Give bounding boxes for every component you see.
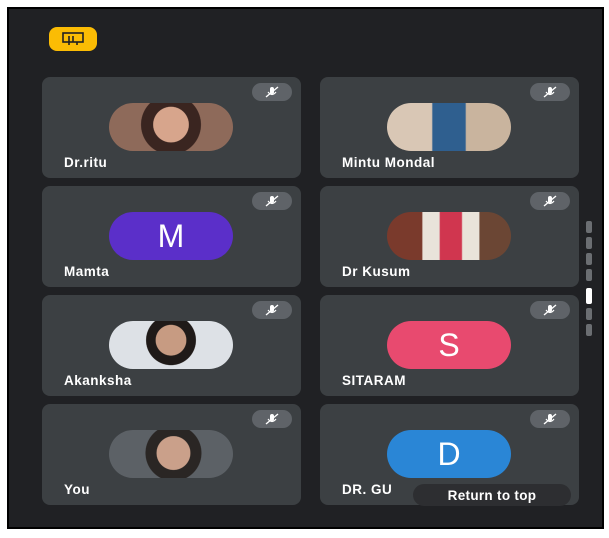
mute-indicator: [530, 83, 570, 101]
presentation-badge[interactable]: [49, 27, 97, 51]
mute-indicator: [252, 410, 292, 428]
mic-off-icon: [543, 304, 557, 316]
scroll-indicator[interactable]: [586, 308, 592, 320]
participant-name: Mamta: [64, 264, 110, 279]
participant-name: Akanksha: [64, 373, 132, 388]
scroll-indicator[interactable]: [586, 221, 592, 233]
participant-tile-mintu-mondal[interactable]: Mintu Mondal: [320, 77, 579, 178]
meeting-screen: Dr.ritu Mintu Mondal M Mamta Dr Kusum Ak…: [7, 7, 604, 529]
mic-off-icon: [543, 195, 557, 207]
participant-photo: [109, 430, 233, 478]
participant-name: SITARAM: [342, 373, 406, 388]
scroll-indicator[interactable]: [586, 237, 592, 249]
mic-off-icon: [543, 86, 557, 98]
participant-photo: [387, 103, 511, 151]
mute-indicator: [252, 301, 292, 319]
participant-tile-akanksha[interactable]: Akanksha: [42, 295, 301, 396]
participant-tile-you[interactable]: You: [42, 404, 301, 505]
mute-indicator: [530, 301, 570, 319]
participant-photo: [109, 103, 233, 151]
participant-name: Mintu Mondal: [342, 155, 435, 170]
participant-name: DR. GU: [342, 482, 393, 497]
participant-initial-avatar: M: [109, 212, 233, 260]
mute-indicator: [530, 410, 570, 428]
participant-tile-sitaram[interactable]: S SITARAM: [320, 295, 579, 396]
mic-off-icon: [265, 86, 279, 98]
mic-off-icon: [543, 413, 557, 425]
participant-tile-mamta[interactable]: M Mamta: [42, 186, 301, 287]
presentation-icon: [62, 32, 84, 45]
mic-off-icon: [265, 195, 279, 207]
participant-photo: [109, 321, 233, 369]
participant-name: You: [64, 482, 90, 497]
mute-indicator: [252, 192, 292, 210]
scroll-indicator-active[interactable]: [586, 288, 592, 304]
participant-tile-dr-kusum[interactable]: Dr Kusum: [320, 186, 579, 287]
participant-tile-dr-ritu[interactable]: Dr.ritu: [42, 77, 301, 178]
participant-name: Dr.ritu: [64, 155, 108, 170]
return-to-top-button[interactable]: Return to top: [413, 484, 571, 506]
participant-photo: [387, 212, 511, 260]
mute-indicator: [252, 83, 292, 101]
scroll-indicator[interactable]: [586, 324, 592, 336]
mic-off-icon: [265, 413, 279, 425]
mute-indicator: [530, 192, 570, 210]
scroll-indicator[interactable]: [586, 253, 592, 265]
scroll-indicator[interactable]: [586, 269, 592, 281]
mic-off-icon: [265, 304, 279, 316]
participant-name: Dr Kusum: [342, 264, 411, 279]
participant-initial-avatar: S: [387, 321, 511, 369]
participant-initial-avatar: D: [387, 430, 511, 478]
